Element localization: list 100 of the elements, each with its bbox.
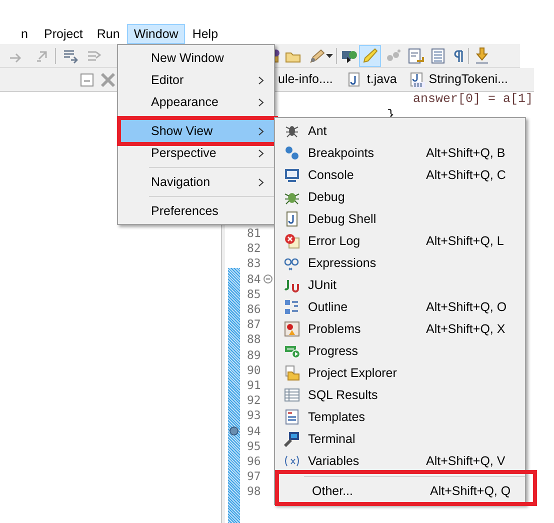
dropdown-caret-icon (326, 54, 333, 58)
menu-item-label: Preferences (151, 202, 220, 220)
view-icon (284, 409, 300, 425)
editor-tab[interactable]: t.java (366, 70, 397, 89)
menu-item[interactable]: Project Explorer (275, 362, 525, 384)
menu-item[interactable]: Debug Shell (275, 208, 525, 230)
line-number: 98 (247, 484, 261, 498)
java-file-icon[interactable] (408, 72, 425, 88)
minimize-icon[interactable] (80, 72, 94, 86)
menu-item-label: Outline (308, 298, 349, 316)
menu-item[interactable]: Variables Alt+Shift+Q, V (275, 450, 525, 472)
menu-item-label: Terminal (308, 430, 356, 448)
menu-item[interactable]: Outline Alt+Shift+Q, O (275, 296, 525, 318)
menu-item-label: Console (308, 166, 355, 184)
menu-bar-item[interactable]: Help (185, 24, 226, 44)
line-number: 87 (247, 317, 261, 332)
occurrences-icon (385, 48, 403, 64)
menu-item-label: Other... (312, 482, 354, 500)
pilcrow-icon (451, 48, 465, 64)
menu-bar-item[interactable]: Project (37, 24, 90, 44)
menu-item-label: Expressions (308, 254, 378, 272)
line-number: 86 (247, 302, 261, 316)
menu-item-label: Navigation (151, 174, 212, 191)
editor-tab[interactable]: StringTokeni... (428, 70, 508, 89)
line-number: 88 (247, 332, 261, 346)
line-number: 84 (247, 272, 261, 286)
menu-item-label: Debug (308, 188, 346, 206)
menu-item-label: New Window (151, 50, 225, 67)
line-number: 81 (247, 226, 261, 240)
menu-bar-item[interactable]: n (0, 24, 37, 44)
menu-item-label: Debug Shell (308, 210, 378, 228)
menu-item-label: Variables (308, 452, 360, 470)
line-number: 97 (247, 469, 261, 484)
menu-item[interactable]: Ant (275, 120, 525, 142)
shortcut-text: Alt+Shift+Q, Q (430, 482, 511, 500)
menu-item[interactable]: Appearance (118, 91, 274, 113)
download-arrow-icon (473, 46, 491, 64)
line-number: 92 (247, 393, 261, 408)
menu-item[interactable]: Show View (117, 116, 278, 146)
menu-item[interactable]: Progress (275, 340, 525, 362)
menu-item-label: Perspective (151, 144, 218, 162)
menu-item[interactable]: JUnit (275, 274, 525, 296)
pen-icon (308, 48, 326, 64)
menu-item[interactable]: Error Log Alt+Shift+Q, L (275, 230, 525, 252)
line-number: 91 (247, 378, 261, 392)
menu-item[interactable]: Terminal (275, 428, 525, 450)
menu-item[interactable]: Expressions (275, 252, 525, 274)
line-number: 82 (247, 241, 261, 256)
menu-item-label: SQL Results (308, 386, 379, 404)
menu-item-label: Show View (151, 122, 214, 140)
view-icon (284, 299, 300, 315)
line-number: 85 (247, 286, 261, 301)
menu-item[interactable]: SQL Results (275, 384, 525, 406)
menu-bar-item[interactable]: Run (90, 24, 127, 44)
menu-item-label: Project Explorer (308, 364, 398, 382)
view-icon (284, 343, 300, 359)
menu-item[interactable]: Debug (275, 186, 525, 208)
menu-item[interactable]: Problems Alt+Shift+Q, X (275, 318, 525, 340)
highlight-toggle-button[interactable] (359, 44, 381, 66)
menu-item-label: Error Log (308, 232, 362, 250)
document-lines-icon (429, 48, 447, 64)
collapse-icon[interactable] (263, 274, 273, 284)
menu-item[interactable]: Templates (275, 406, 525, 428)
shortcut-text: Alt+Shift+Q, B (426, 144, 506, 162)
shortcut-text: Alt+Shift+Q, V (426, 452, 506, 470)
menu-item[interactable]: Navigation (118, 171, 274, 193)
view-icon (284, 277, 300, 293)
shortcut-text: Alt+Shift+Q, L (426, 232, 504, 250)
menu-item-label: Progress (308, 342, 360, 360)
menu-item-label: Breakpoints (308, 144, 376, 162)
menu-item[interactable]: Editor (118, 69, 274, 91)
line-number: 94 (247, 424, 261, 438)
line-number: 90 (247, 362, 261, 377)
view-icon (284, 233, 300, 249)
shortcut-text: Alt+Shift+Q, X (426, 320, 506, 338)
menu-item-label: Templates (308, 408, 366, 426)
lines-arrow-icon (62, 48, 78, 64)
view-icon (284, 387, 300, 403)
view-icon (284, 365, 300, 381)
editor-tab[interactable]: ule-info.... (278, 70, 333, 89)
view-icon (284, 145, 300, 161)
menu-item[interactable]: Breakpoints Alt+Shift+Q, B (275, 142, 525, 164)
line-number: 95 (247, 438, 261, 453)
menu-bar-item[interactable]: Window (126, 24, 186, 44)
menu-item[interactable]: Preferences (118, 200, 274, 222)
shortcut-text: Alt+Shift+Q, C (426, 166, 506, 184)
line-number: 89 (247, 348, 261, 362)
menu-item-label: Ant (308, 122, 328, 140)
line-number: 83 (247, 256, 261, 270)
highlighter-icon (362, 48, 378, 64)
menu-item-label: Appearance (151, 94, 220, 111)
variables-icon (282, 455, 300, 467)
menu-item[interactable]: Other... Alt+Shift+Q, Q (275, 470, 537, 506)
view-icon (284, 211, 300, 227)
view-icon (284, 123, 300, 139)
menu-item-label: Problems (308, 320, 362, 338)
menu-item[interactable]: Console Alt+Shift+Q, C (275, 164, 525, 186)
shortcut-text: Alt+Shift+Q, O (426, 298, 507, 316)
menu-item-label: JUnit (308, 276, 338, 294)
line-number: 96 (247, 454, 261, 468)
